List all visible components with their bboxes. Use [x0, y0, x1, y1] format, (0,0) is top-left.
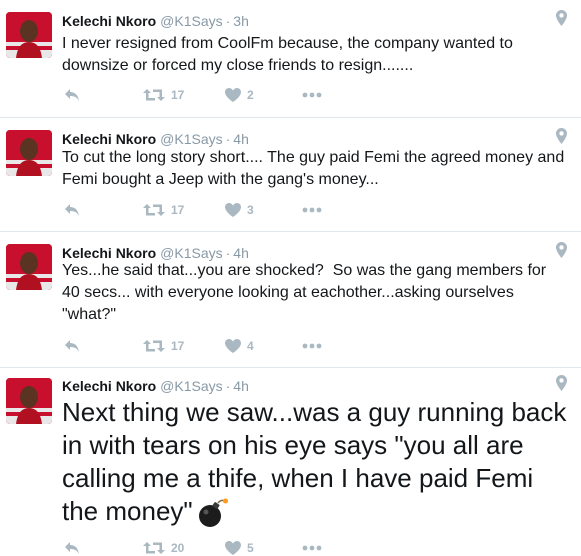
tweet-header: Kelechi Nkoro @K1Says · 4h: [62, 245, 249, 261]
reply-icon: [65, 89, 79, 101]
location-pin-icon[interactable]: [556, 242, 567, 258]
tweet-text: Yes...he said that...you are shocked? So…: [62, 262, 551, 323]
more-icon: [302, 343, 322, 349]
separator: ·: [225, 131, 231, 147]
avatar[interactable]: [6, 12, 52, 58]
retweet-icon: [143, 89, 165, 101]
like-button[interactable]: 3: [225, 202, 254, 218]
location-pin-icon[interactable]: [556, 10, 567, 26]
heart-icon: [225, 541, 241, 555]
timestamp[interactable]: 4h: [233, 378, 249, 394]
retweet-count: 20: [171, 541, 185, 555]
retweet-icon: [143, 542, 165, 554]
separator: ·: [225, 378, 231, 394]
like-button[interactable]: 2: [225, 87, 254, 103]
tweet-text: I never resigned from CoolFm because, th…: [62, 35, 518, 74]
author-handle[interactable]: @K1Says: [160, 131, 222, 147]
author-name[interactable]: Kelechi Nkoro: [62, 378, 156, 394]
reply-button[interactable]: [64, 87, 80, 103]
more-button[interactable]: [302, 202, 322, 218]
more-button[interactable]: [302, 540, 322, 556]
like-count: 2: [247, 88, 254, 102]
separator: ·: [225, 245, 231, 261]
retweet-count: 17: [171, 339, 185, 353]
location-pin-icon[interactable]: [556, 128, 567, 144]
reply-icon: [65, 340, 79, 352]
bomb-emoji-icon: [198, 498, 228, 528]
more-button[interactable]: [302, 87, 322, 103]
separator: ·: [225, 13, 231, 29]
retweet-count: 17: [171, 203, 185, 217]
location-pin-icon[interactable]: [556, 375, 567, 391]
tweet-header: Kelechi Nkoro @K1Says · 4h: [62, 378, 249, 394]
reply-icon: [65, 204, 79, 216]
timestamp[interactable]: 3h: [233, 13, 249, 29]
retweet-icon: [143, 204, 165, 216]
more-icon: [302, 92, 322, 98]
like-count: 4: [247, 339, 254, 353]
tweet[interactable]: Kelechi Nkoro @K1Says · 4h Yes...he said th…: [0, 232, 581, 368]
like-button[interactable]: 4: [225, 338, 254, 354]
heart-icon: [225, 339, 241, 353]
reply-button[interactable]: [64, 202, 80, 218]
retweet-button[interactable]: 17: [143, 202, 184, 218]
avatar[interactable]: [6, 130, 52, 176]
author-name[interactable]: Kelechi Nkoro: [62, 131, 156, 147]
timestamp[interactable]: 4h: [233, 245, 249, 261]
tweet-text-content: Next thing we saw...was a guy running ba…: [62, 397, 574, 526]
tweet-text: To cut the long story short.... The guy …: [62, 149, 569, 188]
like-button[interactable]: 5: [225, 540, 254, 556]
retweet-icon: [143, 340, 165, 352]
tweet[interactable]: Kelechi Nkoro @K1Says · 4h To cut the long …: [0, 118, 581, 232]
retweet-count: 17: [171, 88, 185, 102]
author-name[interactable]: Kelechi Nkoro: [62, 13, 156, 29]
tweet[interactable]: Kelechi Nkoro @K1Says · 4h Next thing we sa…: [0, 368, 581, 555]
author-handle[interactable]: @K1Says: [160, 245, 222, 261]
more-icon: [302, 545, 322, 551]
more-icon: [302, 207, 322, 213]
heart-icon: [225, 203, 241, 217]
avatar[interactable]: [6, 378, 52, 424]
tweet-header: Kelechi Nkoro @K1Says · 4h: [62, 131, 249, 147]
reply-icon: [65, 542, 79, 554]
author-name[interactable]: Kelechi Nkoro: [62, 245, 156, 261]
reply-button[interactable]: [64, 338, 80, 354]
like-count: 5: [247, 541, 254, 555]
tweet-feed: Kelechi Nkoro @K1Says · 3h I never resigned…: [0, 0, 581, 555]
avatar[interactable]: [6, 244, 52, 290]
tweet[interactable]: Kelechi Nkoro @K1Says · 3h I never resigned…: [0, 0, 581, 118]
author-handle[interactable]: @K1Says: [160, 13, 222, 29]
tweet-text: Next thing we saw...was a guy running ba…: [62, 396, 567, 528]
reply-button[interactable]: [64, 540, 80, 556]
more-button[interactable]: [302, 338, 322, 354]
author-handle[interactable]: @K1Says: [160, 378, 222, 394]
heart-icon: [225, 88, 241, 102]
tweet-header: Kelechi Nkoro @K1Says · 3h: [62, 13, 249, 29]
like-count: 3: [247, 203, 254, 217]
retweet-button[interactable]: 17: [143, 87, 184, 103]
retweet-button[interactable]: 20: [143, 540, 184, 556]
retweet-button[interactable]: 17: [143, 338, 184, 354]
timestamp[interactable]: 4h: [233, 131, 249, 147]
